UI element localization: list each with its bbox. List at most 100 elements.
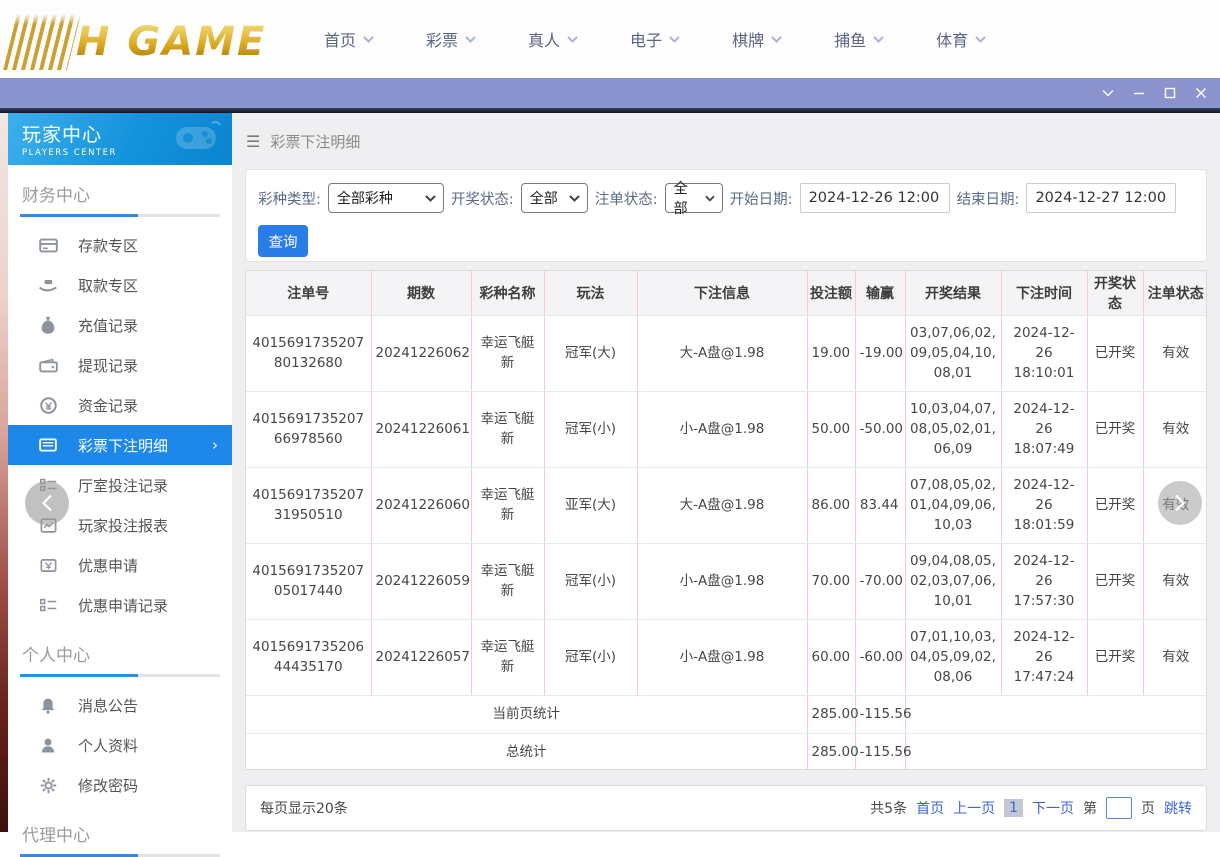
bell-icon — [38, 695, 58, 715]
table-cell: 86.00 — [807, 467, 856, 544]
chevron-down-icon — [705, 195, 715, 202]
filter-panel: 彩种类型: 全部彩种 开奖状态: 全部 注单状态: 全部 开始日期: 结束日期:… — [245, 169, 1207, 262]
table-cell: 60.00 — [807, 619, 856, 696]
sidebar-item-lottery-bet-detail[interactable]: 彩票下注明细 › — [8, 425, 232, 465]
nav-item-sports[interactable]: 体育 — [914, 27, 1016, 51]
nav-item-fishing[interactable]: 捕鱼 — [812, 27, 914, 51]
sidebar-item-funds-record[interactable]: 资金记录 — [8, 385, 232, 425]
table-cell: 已开奖 — [1087, 619, 1144, 696]
sidebar-item-promo-apply[interactable]: 优惠申请 — [8, 545, 232, 585]
main-nav: 首页 彩票 真人 电子 棋牌 捕鱼 体育 — [302, 0, 1016, 78]
first-page-link[interactable]: 首页 — [916, 798, 944, 818]
main-content: ☰ 彩票下注明细 彩种类型: 全部彩种 开奖状态: 全部 注单状态: 全部 开始… — [232, 113, 1220, 832]
next-page-link[interactable]: 下一页 — [1032, 798, 1074, 818]
hamburger-icon[interactable]: ☰ — [246, 132, 260, 151]
chevron-down-icon — [567, 35, 578, 43]
table-cell: 小-A盘@1.98 — [637, 391, 808, 468]
jump-button[interactable]: 跳转 — [1164, 798, 1192, 818]
gamepad-icon — [176, 120, 221, 149]
sidebar-item-deposit[interactable]: 存款专区 — [8, 225, 232, 265]
table-cell: 已开奖 — [1087, 543, 1144, 620]
table-cell: 幸运飞艇新 — [471, 467, 545, 544]
table-cell: 已开奖 — [1087, 467, 1144, 544]
table-cell: 2024-12-26 18:07:49 — [1001, 391, 1088, 468]
table-cell: 幸运飞艇新 — [471, 543, 545, 620]
lottery-type-select[interactable]: 全部彩种 — [327, 183, 444, 213]
nav-item-lottery[interactable]: 彩票 — [404, 27, 506, 51]
table-scroll-right-button[interactable] — [1158, 481, 1202, 525]
section-heading-finance: 财务中心 — [22, 186, 90, 206]
summary-cell — [905, 733, 1206, 769]
table-cell: 2024-12-26 17:57:30 — [1001, 543, 1088, 620]
column-header: 期数 — [371, 271, 472, 316]
ledger-icon — [38, 435, 58, 455]
sidebar-header: 玩家中心 PLAYERS CENTER — [8, 113, 232, 165]
window-chevron-down-icon[interactable] — [1092, 78, 1123, 108]
sidebar-item-messages[interactable]: 消息公告 — [8, 685, 232, 725]
window-maximize-icon[interactable] — [1154, 78, 1185, 108]
table-cell: 亚军(大) — [544, 467, 638, 544]
sidebar-item-promo-apply-record[interactable]: 优惠申请记录 — [8, 585, 232, 625]
end-date-label: 结束日期: — [956, 191, 1020, 208]
table-cell: 03,07,06,02,09,05,04,10,08,01 — [905, 315, 1002, 392]
nav-item-home[interactable]: 首页 — [302, 27, 404, 51]
window-close-icon[interactable] — [1185, 78, 1216, 108]
search-button[interactable]: 查询 — [258, 225, 308, 257]
table-cell: 冠军(小) — [544, 391, 638, 468]
site-header: H GAME 首页 彩票 真人 电子 棋牌 捕鱼 体育 — [0, 0, 1220, 78]
prev-page-link[interactable]: 上一页 — [953, 798, 995, 818]
nav-item-cards[interactable]: 棋牌 — [710, 27, 812, 51]
chevron-down-icon — [425, 194, 436, 202]
column-header: 彩种名称 — [471, 271, 545, 316]
table-cell: 已开奖 — [1087, 391, 1144, 468]
breadcrumb: ☰ 彩票下注明细 — [246, 131, 360, 152]
table-cell: 幸运飞艇新 — [471, 315, 545, 392]
bet-status-select[interactable]: 全部 — [664, 181, 723, 217]
column-header: 输赢 — [855, 271, 906, 316]
sidebar-item-withdrawal-record[interactable]: 提现记录 — [8, 345, 232, 385]
page-size-label: 每页显示20条 — [260, 801, 348, 817]
window-minimize-icon[interactable] — [1123, 78, 1154, 108]
draw-status-select[interactable]: 全部 — [520, 183, 588, 213]
sidebar-item-recharge-record[interactable]: 充值记录 — [8, 305, 232, 345]
current-page-badge: 1 — [1004, 799, 1023, 817]
summary-cell: 285.00 — [807, 695, 859, 734]
sidebar-collapse-button[interactable] — [25, 481, 69, 525]
table-cell: 2024-12-26 18:01:59 — [1001, 467, 1088, 544]
wallet-icon — [38, 355, 58, 375]
nav-item-slots[interactable]: 电子 — [608, 27, 710, 51]
table-cell: 401569173520705017440 — [246, 543, 372, 620]
sidebar-item-withdraw[interactable]: 取款专区 — [8, 265, 232, 305]
window-titlebar — [0, 78, 1220, 108]
summary-cell: 当前页统计 — [246, 695, 808, 734]
page-jump-input[interactable] — [1106, 797, 1132, 819]
table-cell: 20241226057 — [371, 619, 472, 696]
table-cell: 401569173520780132680 — [246, 315, 372, 392]
table-cell: 小-A盘@1.98 — [637, 619, 808, 696]
logo-bars-icon — [3, 14, 81, 70]
nav-item-live[interactable]: 真人 — [506, 27, 608, 51]
start-date-input[interactable] — [799, 183, 950, 213]
chevron-down-icon — [771, 35, 782, 43]
desktop-background-sliver — [0, 113, 8, 832]
table-row: 401569173520780132680 20241226062 幸运飞艇新 冠军(… — [246, 315, 1206, 392]
chevron-left-icon — [41, 494, 52, 512]
table-cell: 10,03,04,07,08,05,02,01,06,09 — [905, 391, 1002, 468]
column-header: 玩法 — [544, 271, 638, 316]
chevron-down-icon — [669, 35, 680, 43]
table-cell: 20241226060 — [371, 467, 472, 544]
finance-menu: 存款专区 取款专区 充值记录 提现记录 资金记录 彩票下注明细 › 厅室投注记录 — [8, 217, 232, 625]
chevron-down-icon — [363, 35, 374, 43]
sidebar-item-profile[interactable]: 个人资料 — [8, 725, 232, 765]
summary-cell: -115.56 — [855, 695, 912, 734]
table-row: 401569173520644435170 20241226057 幸运飞艇新 冠军(… — [246, 619, 1206, 696]
person-icon — [38, 735, 58, 755]
table-cell: 50.00 — [807, 391, 856, 468]
site-logo[interactable]: H GAME — [3, 8, 266, 70]
column-header: 开奖状态 — [1087, 271, 1144, 316]
sidebar-item-change-password[interactable]: 修改密码 — [8, 765, 232, 805]
end-date-input[interactable] — [1026, 183, 1177, 213]
table-header-row: 注单号 期数 彩种名称 玩法 下注信息 投注额 输赢 开奖结果 下注时间 开奖状态 注单状态 — [246, 271, 1206, 316]
table-cell: -19.00 — [855, 315, 906, 392]
table-row: 401569173520705017440 20241226059 幸运飞艇新 冠军(… — [246, 543, 1206, 620]
